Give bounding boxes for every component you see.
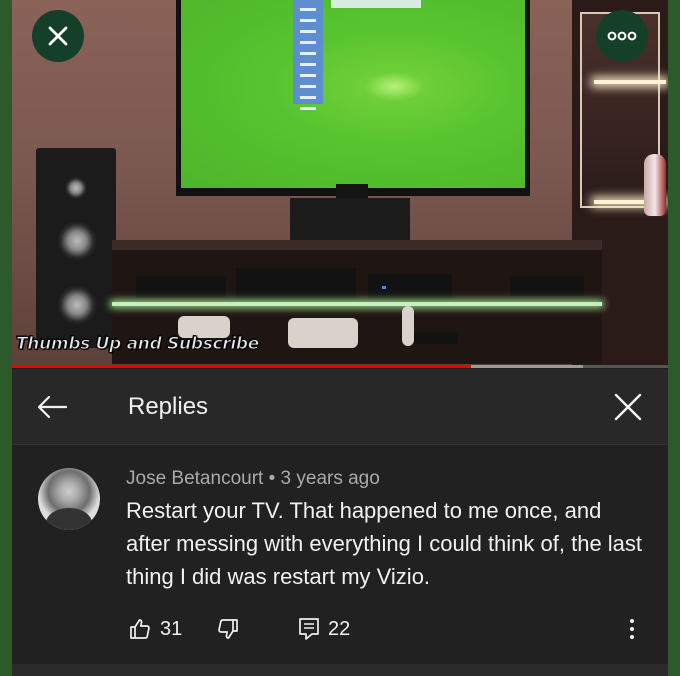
video-remote (402, 306, 414, 346)
video-tv (176, 0, 530, 198)
reply-comment-icon (299, 618, 319, 640)
more-options-button[interactable] (596, 10, 648, 62)
back-button[interactable] (32, 389, 72, 425)
meta-separator: • (268, 468, 276, 489)
avatar-shoulders (46, 508, 92, 530)
video-caption: Thumbs Up and Subscribe (16, 334, 260, 355)
video-tv-top-bar (331, 0, 421, 8)
comment-age: 3 years ago (280, 468, 380, 489)
reply-button[interactable]: 22 (298, 614, 350, 644)
more-dots-icon (607, 31, 637, 41)
video-console (288, 318, 358, 348)
comment: Jose Betancourt • 3 years ago Restart yo… (12, 446, 668, 664)
video-device (368, 274, 452, 300)
video-device (414, 332, 458, 344)
vertical-dots-icon (630, 619, 634, 639)
close-panel-button[interactable] (608, 389, 648, 425)
video-shelf-light (594, 80, 666, 84)
comment-text: Restart your TV. That happened to me onc… (126, 498, 643, 589)
video-vase (644, 154, 666, 216)
thumbs-down-icon (218, 619, 238, 639)
arrow-left-icon (37, 395, 68, 419)
video-tv-menu (293, 0, 323, 110)
comment-meta: Jose Betancourt • 3 years ago (126, 468, 380, 490)
video-device (136, 276, 226, 298)
like-count: 31 (160, 617, 183, 640)
app-frame: Thumbs Up and Subscribe Replies Jose Bet… (12, 0, 668, 676)
video-progress-bar[interactable] (12, 365, 668, 368)
avatar[interactable] (38, 468, 100, 530)
comment-menu-button[interactable] (628, 614, 636, 644)
video-player[interactable]: Thumbs Up and Subscribe (12, 0, 668, 368)
video-tv-screen (181, 0, 525, 188)
dislike-button[interactable] (216, 614, 240, 644)
video-device (510, 276, 584, 296)
reply-count: 22 (328, 617, 351, 640)
thumbs-up-icon (130, 619, 150, 639)
replies-header: Replies (12, 369, 668, 445)
video-tv-stand (336, 184, 368, 198)
video-speaker-woofer (56, 284, 98, 326)
comment-actions: 31 22 (12, 614, 668, 644)
next-comment-edge (12, 664, 668, 676)
video-progress-fill (12, 365, 472, 368)
close-icon (614, 393, 642, 421)
like-button[interactable]: 31 (128, 614, 182, 644)
video-glass-shelf (112, 302, 602, 306)
comment-author[interactable]: Jose Betancourt (126, 468, 263, 489)
video-speaker-tweeter (64, 176, 88, 200)
panel-title: Replies (128, 393, 209, 420)
close-video-button[interactable] (32, 10, 84, 62)
video-speaker (36, 148, 116, 348)
video-speaker-woofer (56, 220, 98, 262)
close-icon (48, 26, 68, 46)
video-stand-top (112, 240, 602, 250)
video-device (236, 268, 356, 300)
video-center-speaker (290, 198, 410, 246)
video-buffer-bar (471, 365, 583, 368)
